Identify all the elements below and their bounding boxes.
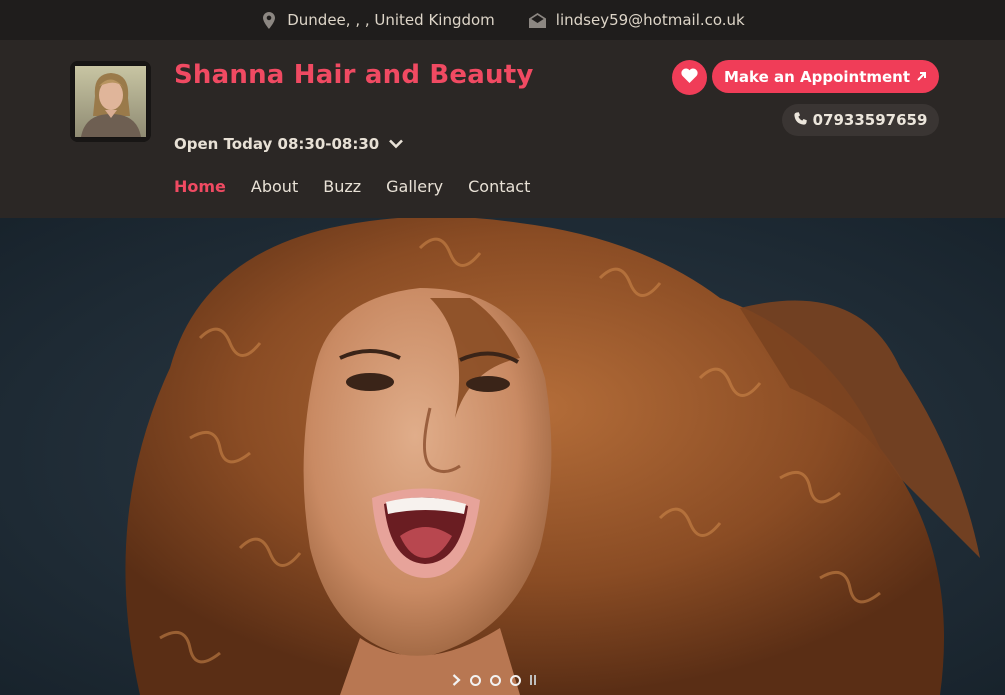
phone-number: 07933597659 [812, 111, 928, 129]
slide-dot-2[interactable] [490, 674, 501, 686]
main-nav: Home About Buzz Gallery Contact [174, 177, 530, 196]
location-item: Dundee, , , United Kingdom [260, 11, 495, 29]
business-name: Shanna Hair and Beauty [174, 60, 534, 90]
phone-icon [793, 111, 807, 129]
slide-dot-1[interactable] [470, 674, 481, 686]
avatar [70, 61, 151, 142]
nav-item-buzz[interactable]: Buzz [323, 177, 361, 196]
top-info-bar: Dundee, , , United Kingdom lindsey59@hot… [0, 0, 1005, 40]
heart-icon [681, 68, 698, 87]
envelope-icon [529, 11, 547, 29]
map-pin-icon [260, 11, 278, 29]
email-link[interactable]: lindsey59@hotmail.co.uk [556, 11, 745, 29]
opening-hours-text: Open Today 08:30-08:30 [174, 135, 380, 153]
location-text: Dundee, , , United Kingdom [287, 11, 495, 29]
pause-icon[interactable] [530, 675, 536, 685]
nav-item-about[interactable]: About [251, 177, 298, 196]
email-item[interactable]: lindsey59@hotmail.co.uk [529, 11, 745, 29]
phone-button[interactable]: 07933597659 [782, 104, 939, 136]
make-appointment-button[interactable]: Make an Appointment [712, 60, 939, 93]
chevron-right-icon[interactable] [452, 674, 461, 686]
hero-image [0, 218, 1005, 695]
opening-hours[interactable]: Open Today 08:30-08:30 [174, 135, 404, 153]
external-arrow-icon [916, 68, 927, 86]
site-header: Shanna Hair and Beauty Open Today 08:30-… [0, 40, 1005, 218]
slide-dot-3[interactable] [510, 674, 521, 686]
nav-item-gallery[interactable]: Gallery [386, 177, 443, 196]
slider-controls [452, 674, 536, 686]
favorite-button[interactable] [672, 60, 707, 95]
appointment-label: Make an Appointment [723, 67, 911, 86]
nav-item-home[interactable]: Home [174, 177, 226, 196]
chevron-down-icon[interactable] [389, 135, 404, 153]
hero-slider [0, 218, 1005, 695]
nav-item-contact[interactable]: Contact [468, 177, 530, 196]
